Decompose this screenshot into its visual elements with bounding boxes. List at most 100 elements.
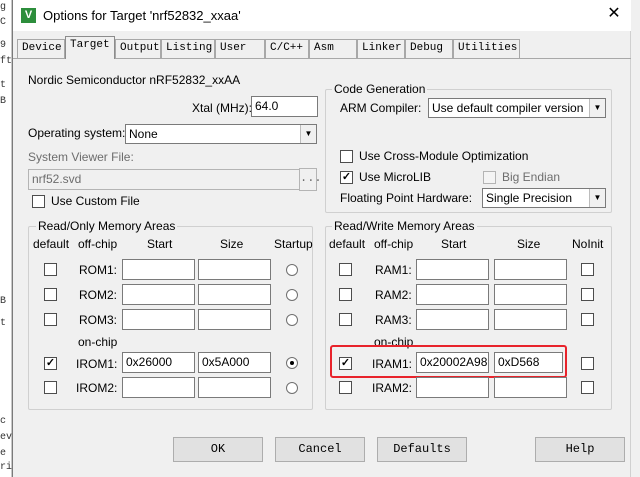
rom3-default-checkbox[interactable] <box>44 313 57 326</box>
xtal-label: Xtal (MHz): <box>192 101 252 115</box>
ram3-label: RAM3: <box>375 313 412 327</box>
arm-compiler-select[interactable]: Use default compiler version ▼ <box>428 98 606 118</box>
irom1-default-checkbox[interactable]: ✓ <box>44 357 57 370</box>
ram1-noinit-checkbox[interactable] <box>581 263 594 276</box>
use-custom-file-label: Use Custom File <box>51 194 140 208</box>
tab-c-cpp[interactable]: C/C++ <box>265 39 309 58</box>
microlib-label: Use MicroLIB <box>359 170 432 184</box>
ram1-size-input[interactable] <box>494 259 567 280</box>
os-select[interactable]: None ▼ <box>125 124 317 144</box>
ram-header-noinit: NoInit <box>572 237 604 251</box>
irom1-size-input[interactable]: 0x5A000 <box>198 352 271 373</box>
iram1-noinit-checkbox[interactable] <box>581 357 594 370</box>
chevron-down-icon: ▼ <box>300 125 316 143</box>
iram1-size-input[interactable]: 0xD568 <box>494 352 563 373</box>
ram3-start-input[interactable] <box>416 309 489 330</box>
iram2-noinit-checkbox[interactable] <box>581 381 594 394</box>
rom3-startup-radio[interactable] <box>286 314 298 326</box>
irom2-size-input[interactable] <box>198 377 271 398</box>
device-name: Nordic Semiconductor nRF52832_xxAA <box>28 73 241 87</box>
rom2-startup-radio[interactable] <box>286 289 298 301</box>
ram2-default-checkbox[interactable] <box>339 288 352 301</box>
chevron-down-icon: ▼ <box>589 189 605 207</box>
ok-button[interactable]: OK <box>173 437 263 462</box>
irom1-startup-radio[interactable] <box>286 357 298 369</box>
irom2-start-input[interactable] <box>122 377 195 398</box>
irom1-start-input[interactable]: 0x26000 <box>122 352 195 373</box>
close-icon[interactable]: ✕ <box>603 4 625 26</box>
fpu-select[interactable]: Single Precision ▼ <box>482 188 606 208</box>
rom-header-size: Size <box>220 237 244 251</box>
ram3-noinit-checkbox[interactable] <box>581 313 594 326</box>
background-editor-strip: g C 9 ft t B B t c ev e ri <box>0 0 12 477</box>
svf-label: System Viewer File: <box>28 150 134 164</box>
ram2-size-input[interactable] <box>494 284 567 305</box>
rom2-label: ROM2: <box>79 288 118 302</box>
code-generation-title: Code Generation <box>332 82 428 96</box>
use-custom-file-checkbox[interactable] <box>32 195 45 208</box>
rom3-size-input[interactable] <box>198 309 271 330</box>
tab-device[interactable]: Device <box>17 39 65 58</box>
iram2-size-input[interactable] <box>494 377 567 398</box>
tab-utilities[interactable]: Utilities <box>453 39 520 58</box>
irom2-label: IROM2: <box>76 381 118 395</box>
ram1-start-input[interactable] <box>416 259 489 280</box>
irom2-startup-radio[interactable] <box>286 382 298 394</box>
bg-char: 9 <box>0 40 7 51</box>
bg-char: g <box>0 2 7 13</box>
chevron-down-icon: ▼ <box>589 99 605 117</box>
ram2-start-input[interactable] <box>416 284 489 305</box>
rom-group-title: Read/Only Memory Areas <box>36 219 178 233</box>
tab-user[interactable]: User <box>215 39 265 58</box>
arm-compiler-label: ARM Compiler: <box>340 101 422 115</box>
ram-header-default: default <box>329 237 366 251</box>
rom2-size-input[interactable] <box>198 284 271 305</box>
keil-app-icon: V <box>21 8 36 23</box>
tab-output[interactable]: Output <box>115 39 161 58</box>
tab-listing[interactable]: Listing <box>161 39 215 58</box>
rom-header-default: default <box>33 237 70 251</box>
ram3-default-checkbox[interactable] <box>339 313 352 326</box>
microlib-checkbox[interactable]: ✓ <box>340 171 353 184</box>
tab-target[interactable]: Target <box>65 36 115 59</box>
ram-header-size: Size <box>517 237 541 251</box>
ram2-label: RAM2: <box>375 288 412 302</box>
iram2-start-input[interactable] <box>416 377 489 398</box>
rom3-start-input[interactable] <box>122 309 195 330</box>
background-right-strip <box>630 0 640 477</box>
rom1-start-input[interactable] <box>122 259 195 280</box>
cancel-button[interactable]: Cancel <box>275 437 365 462</box>
help-button[interactable]: Help <box>535 437 625 462</box>
bg-char: ri <box>0 462 13 473</box>
defaults-button[interactable]: Defaults <box>377 437 467 462</box>
fpu-value: Single Precision <box>486 191 573 205</box>
big-endian-label: Big Endian <box>502 170 561 184</box>
arm-compiler-value: Use default compiler version <box>432 101 584 115</box>
ram2-noinit-checkbox[interactable] <box>581 288 594 301</box>
svf-input[interactable]: nrf52.svd <box>28 169 300 190</box>
irom2-default-checkbox[interactable] <box>44 381 57 394</box>
tab-asm[interactable]: Asm <box>309 39 357 58</box>
title-bar[interactable]: V Options for Target 'nrf52832_xxaa' ✕ <box>13 0 631 31</box>
rom2-start-input[interactable] <box>122 284 195 305</box>
iram2-label: IRAM2: <box>372 381 413 395</box>
rom1-startup-radio[interactable] <box>286 264 298 276</box>
rom-header-start: Start <box>147 237 173 251</box>
bg-char: e <box>0 448 7 459</box>
rom1-size-input[interactable] <box>198 259 271 280</box>
svf-browse-button[interactable]: ... <box>299 168 322 191</box>
xtal-input[interactable]: 64.0 <box>251 96 318 117</box>
iram1-default-checkbox[interactable]: ✓ <box>339 357 352 370</box>
rom1-default-checkbox[interactable] <box>44 263 57 276</box>
iram2-default-checkbox[interactable] <box>339 381 352 394</box>
tab-linker[interactable]: Linker <box>357 39 405 58</box>
bg-char: t <box>0 80 7 91</box>
cross-module-checkbox[interactable] <box>340 150 353 163</box>
ram3-size-input[interactable] <box>494 309 567 330</box>
rom2-default-checkbox[interactable] <box>44 288 57 301</box>
tab-debug[interactable]: Debug <box>405 39 453 58</box>
iram1-start-input[interactable]: 0x20002A98 <box>416 352 489 373</box>
big-endian-checkbox[interactable] <box>483 171 496 184</box>
ram1-default-checkbox[interactable] <box>339 263 352 276</box>
ram1-label: RAM1: <box>375 263 412 277</box>
